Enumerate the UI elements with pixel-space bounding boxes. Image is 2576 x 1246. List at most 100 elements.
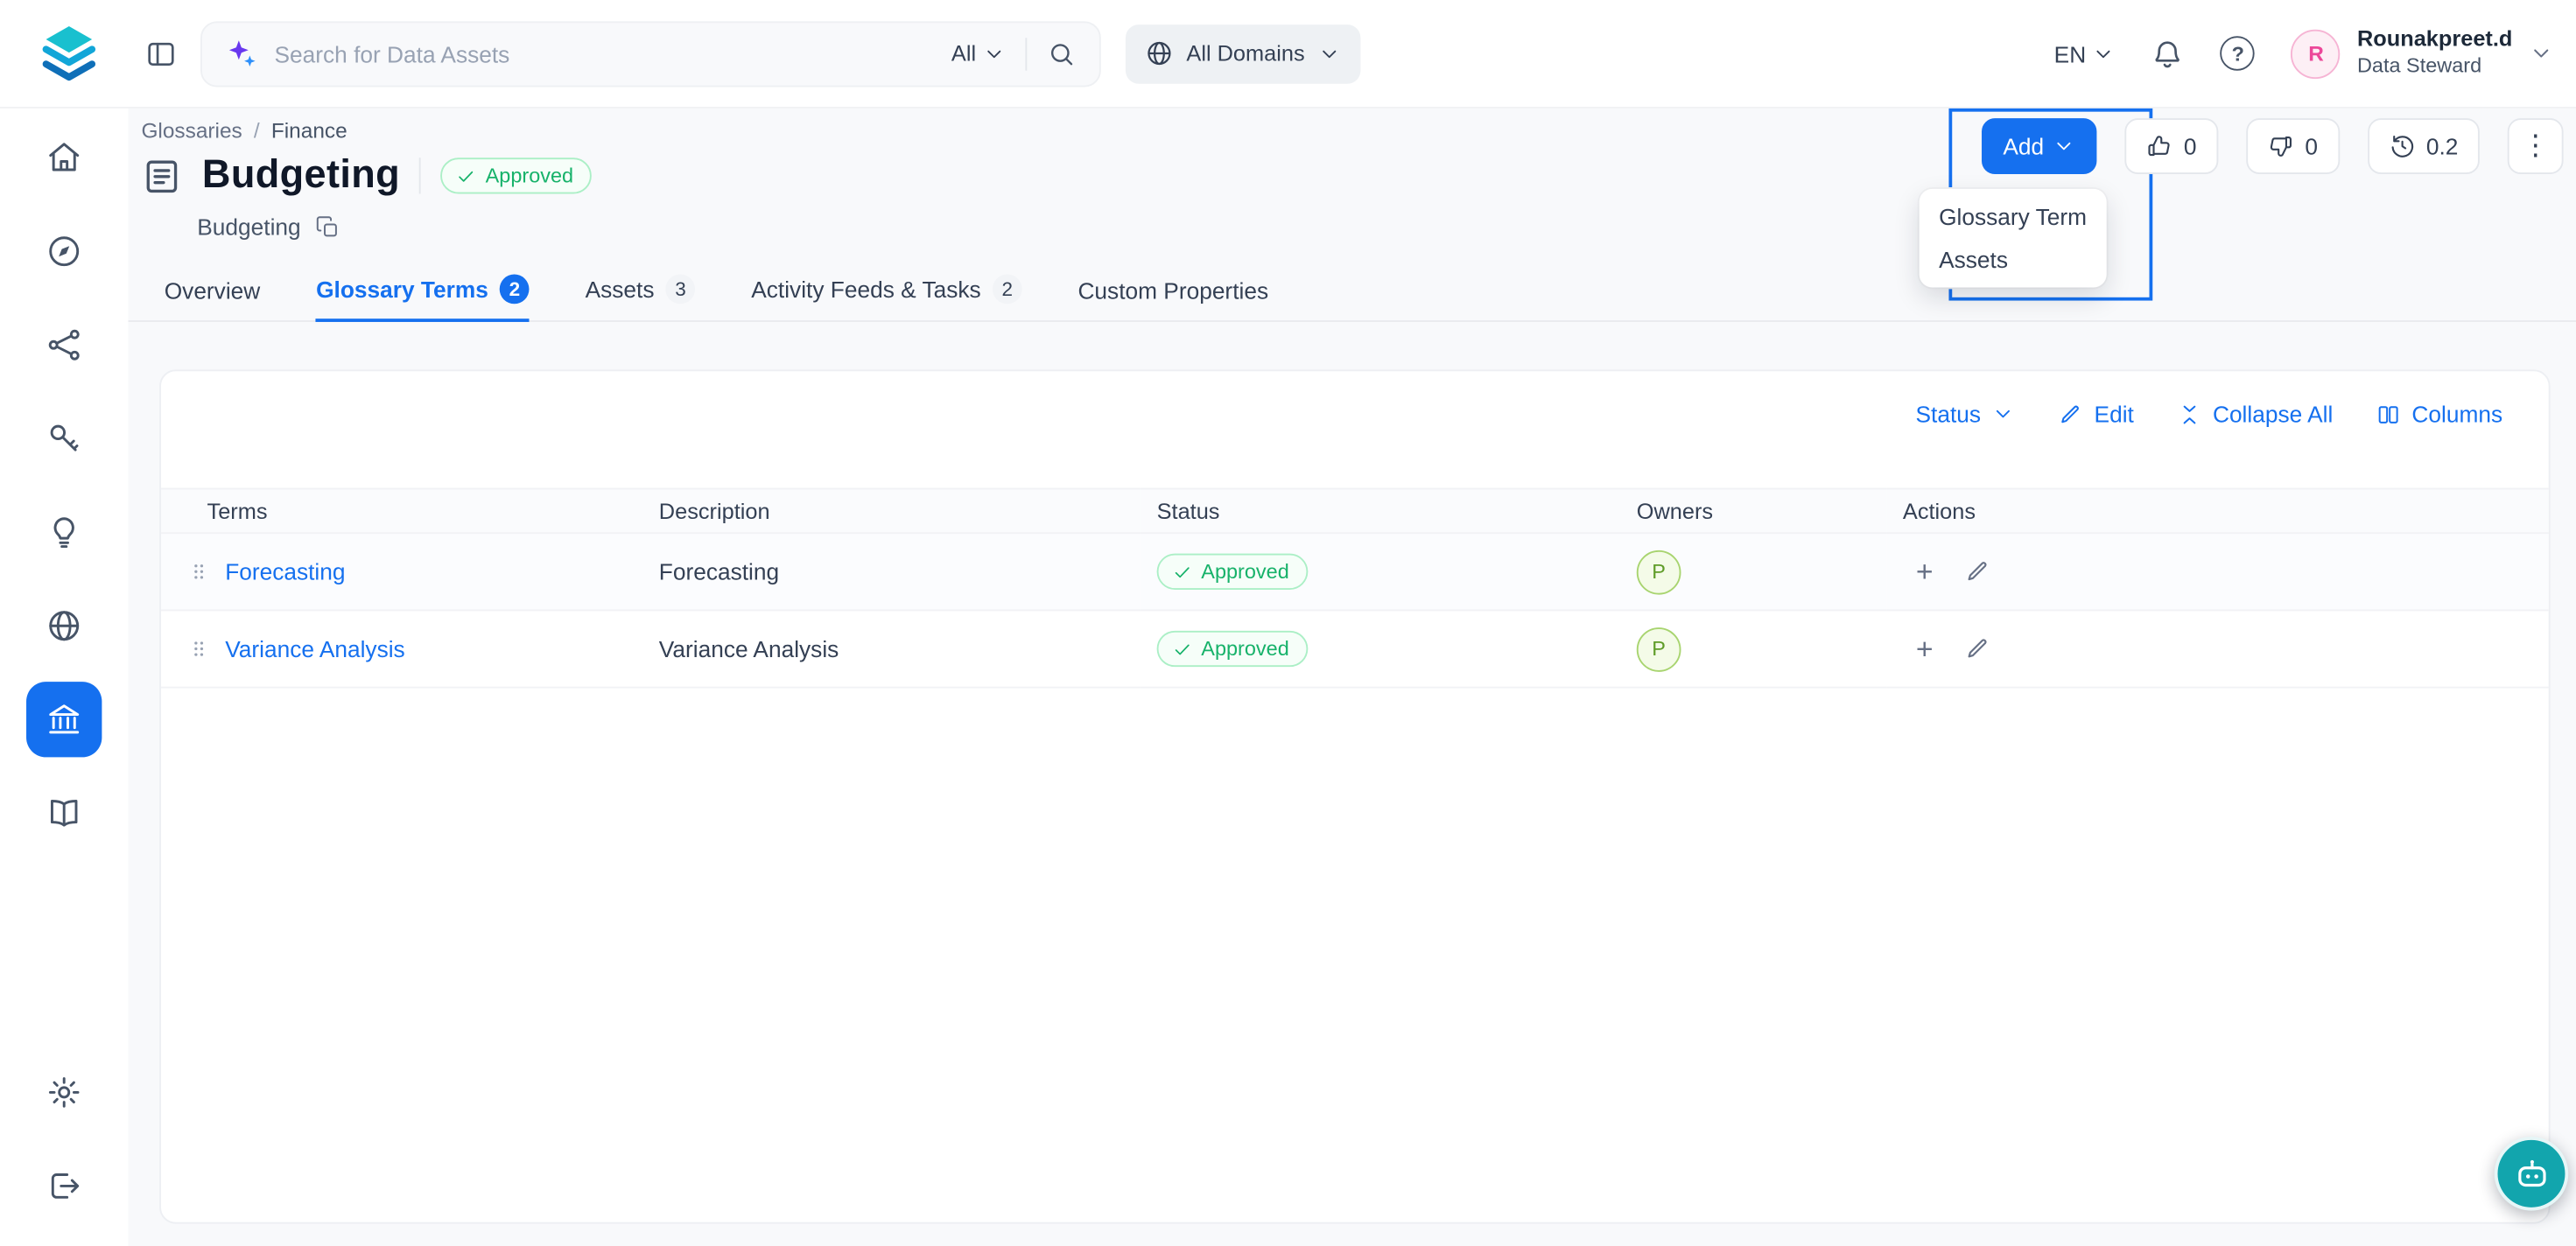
downvote-button[interactable]: 0 — [2246, 118, 2340, 174]
columns-label: Columns — [2411, 401, 2502, 427]
menu-item-assets[interactable]: Assets — [1920, 238, 2107, 281]
sidebar-item-insights[interactable] — [26, 494, 102, 570]
globe-icon — [1145, 39, 1173, 67]
columns-button[interactable]: Columns — [2376, 401, 2502, 427]
tab-count-badge: 2 — [500, 275, 530, 304]
chevron-down-icon — [2053, 135, 2075, 158]
terms-table: Terms Description Status Owners Actions — [161, 488, 2549, 689]
downvote-count: 0 — [2305, 133, 2318, 159]
user-menu[interactable]: R Rounakpreet.d Data Steward — [2292, 27, 2553, 80]
edit-term-icon[interactable] — [1962, 558, 1989, 584]
copy-icon[interactable] — [316, 214, 340, 239]
term-link[interactable]: Variance Analysis — [225, 636, 405, 662]
drag-handle-icon[interactable] — [187, 637, 210, 660]
chatbot-button[interactable] — [2495, 1137, 2568, 1210]
domains-filter-button[interactable]: All Domains — [1126, 24, 1361, 83]
search-icon[interactable] — [1047, 38, 1077, 68]
entity-action-buttons: Add Glossary Term Assets 0 0 0.2 — [1982, 118, 2564, 174]
tab-custom-properties[interactable]: Custom Properties — [1077, 277, 1268, 322]
chevron-down-icon — [983, 42, 1006, 65]
glossary-terms-card: Status Edit Collapse All Columns — [159, 369, 2550, 1223]
tab-label: Activity Feeds & Tasks — [751, 276, 980, 302]
search-scope-dropdown[interactable]: All — [951, 41, 1006, 66]
page-subtitle: Budgeting — [197, 214, 300, 240]
tab-label: Custom Properties — [1077, 277, 1268, 304]
glossary-document-icon — [141, 155, 182, 196]
column-header-actions: Actions — [1886, 488, 2549, 533]
add-dropdown-menu: Glossary Term Assets — [1920, 189, 2107, 288]
term-status-label: Approved — [1201, 637, 1288, 660]
edit-term-icon[interactable] — [1962, 636, 1989, 662]
search-input[interactable] — [275, 40, 951, 66]
table-row: Variance Analysis Variance Analysis Appr… — [161, 610, 2549, 687]
help-icon[interactable]: ? — [2221, 36, 2255, 70]
sidebar-item-lineage[interactable] — [26, 307, 102, 382]
column-header-status: Status — [1141, 488, 1620, 533]
app-window: All All Domains EN ? — [0, 0, 2576, 1246]
open-book-icon — [46, 795, 82, 831]
sidebar-item-knowledge-center[interactable] — [26, 775, 102, 850]
tab-count-badge: 3 — [666, 275, 696, 304]
settings-gear-icon[interactable] — [26, 1054, 102, 1130]
owner-avatar[interactable]: P — [1637, 550, 1681, 594]
title-divider — [420, 158, 422, 193]
collapse-all-button[interactable]: Collapse All — [2177, 401, 2334, 427]
term-status-badge: Approved — [1157, 631, 1308, 667]
sidebar-item-data-quality[interactable] — [26, 401, 102, 476]
page-title-row: Budgeting Approved — [141, 153, 591, 200]
owner-initial: P — [1652, 560, 1666, 583]
notifications-bell-icon[interactable] — [2151, 37, 2185, 70]
check-icon — [1172, 561, 1193, 582]
thumbs-up-icon — [2146, 133, 2172, 159]
search-scope-value: All — [951, 41, 976, 66]
add-menu-wrap: Add Glossary Term Assets — [1982, 118, 2096, 174]
add-child-term-icon[interactable]: + — [1916, 556, 1934, 586]
menu-item-glossary-term[interactable]: Glossary Term — [1920, 195, 2107, 238]
chevron-down-icon — [2093, 42, 2116, 65]
home-icon — [46, 140, 82, 176]
more-options-kebab-icon[interactable]: ⋮ — [2508, 118, 2564, 174]
chevron-down-icon — [2529, 41, 2553, 66]
user-initial: R — [2308, 41, 2324, 66]
version-button[interactable]: 0.2 — [2367, 118, 2480, 174]
pencil-icon — [2058, 402, 2082, 426]
tab-assets[interactable]: Assets 3 — [586, 275, 696, 322]
user-role: Data Steward — [2357, 54, 2512, 80]
status-badge-label: Approved — [486, 164, 573, 187]
add-button[interactable]: Add — [1982, 118, 2096, 174]
owner-avatar[interactable]: P — [1637, 626, 1681, 671]
edit-button[interactable]: Edit — [2058, 401, 2134, 427]
collapse-all-label: Collapse All — [2213, 401, 2333, 427]
drag-handle-icon[interactable] — [187, 560, 210, 583]
sidebar-toggle-icon[interactable] — [144, 37, 178, 70]
tab-activity-feeds[interactable]: Activity Feeds & Tasks 2 — [751, 275, 1021, 322]
columns-icon — [2376, 402, 2400, 426]
page-title: Budgeting — [202, 153, 400, 200]
sidebar-item-govern-glossary[interactable] — [26, 682, 102, 757]
kebab-glyph: ⋮ — [2522, 130, 2550, 163]
version-history-icon — [2389, 133, 2415, 159]
owner-initial: P — [1652, 637, 1666, 660]
sidebar-item-explore[interactable] — [26, 214, 102, 289]
logout-icon[interactable] — [26, 1148, 102, 1223]
check-icon — [456, 165, 477, 186]
language-selector[interactable]: EN — [2054, 40, 2116, 66]
column-header-description: Description — [642, 488, 1141, 533]
sidebar-item-domains[interactable] — [26, 588, 102, 663]
upvote-button[interactable]: 0 — [2124, 118, 2218, 174]
edit-button-label: Edit — [2095, 401, 2134, 427]
add-child-term-icon[interactable]: + — [1916, 634, 1934, 664]
sidebar-item-home[interactable] — [26, 120, 102, 195]
help-glyph: ? — [2232, 42, 2244, 65]
status-filter-dropdown[interactable]: Status — [1915, 401, 2015, 427]
term-link[interactable]: Forecasting — [225, 558, 345, 584]
breadcrumb-glossaries-link[interactable]: Glossaries — [141, 118, 242, 143]
domains-filter-label: All Domains — [1186, 41, 1304, 66]
tab-glossary-terms[interactable]: Glossary Terms 2 — [316, 275, 530, 322]
breadcrumb-finance-link[interactable]: Finance — [271, 118, 347, 143]
page-subtitle-row: Budgeting — [197, 214, 340, 240]
tab-label: Assets — [586, 276, 655, 302]
table-toolbar: Status Edit Collapse All Columns — [1915, 401, 2502, 427]
tab-overview[interactable]: Overview — [165, 277, 261, 322]
global-search[interactable]: All — [200, 20, 1101, 86]
